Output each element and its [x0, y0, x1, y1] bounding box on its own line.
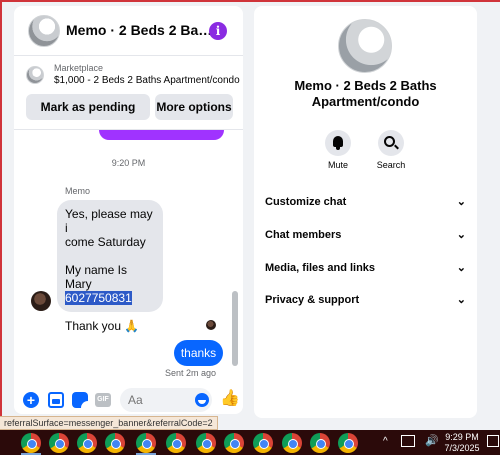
- system-clock[interactable]: 9:29 PM 7/3/2025: [440, 432, 484, 454]
- chrome-taskbar-icon[interactable]: [77, 433, 97, 453]
- chrome-taskbar-icon[interactable]: [282, 433, 302, 453]
- chat-panel: Memo · 2 Beds 2 Bath... i Marketplace $1…: [14, 6, 243, 414]
- marketplace-label: Marketplace: [54, 63, 104, 73]
- plus-icon[interactable]: +: [23, 392, 39, 408]
- chat-scrollbar[interactable]: [232, 291, 238, 366]
- chat-title[interactable]: Memo · 2 Beds 2 Bath...: [66, 22, 216, 38]
- bell-icon: [333, 136, 343, 150]
- incoming-message-bubble[interactable]: Yes, please may i come Saturday My name …: [57, 200, 163, 333]
- chrome-taskbar-icon[interactable]: [105, 433, 125, 453]
- chat-avatar[interactable]: [28, 15, 60, 47]
- conversation-info-panel: Memo · 2 Beds 2 Baths Apartment/condo Mu…: [254, 6, 477, 418]
- chevron-down-icon: ⌄: [456, 229, 466, 241]
- time-separator: 9:20 PM: [111, 158, 146, 168]
- chrome-taskbar-icon[interactable]: [338, 433, 358, 453]
- conversation-avatar[interactable]: [338, 19, 392, 73]
- section-chat-members[interactable]: Chat members ⌄: [265, 225, 468, 245]
- clock-date: 7/3/2025: [444, 443, 480, 453]
- status-bar-url: referralSurface=messenger_banner&referra…: [0, 416, 218, 430]
- section-customize-chat[interactable]: Customize chat ⌄: [265, 192, 468, 212]
- like-icon[interactable]: 👍: [220, 390, 240, 408]
- marketplace-banner: Marketplace $1,000 - 2 Beds 2 Baths Apar…: [14, 58, 243, 130]
- previous-outgoing-bubble: [99, 130, 224, 140]
- section-privacy-support[interactable]: Privacy & support ⌄: [265, 290, 468, 310]
- chrome-taskbar-icon[interactable]: [310, 433, 330, 453]
- message-line: My name Is Mary: [65, 263, 128, 291]
- photo-icon[interactable]: [48, 392, 64, 408]
- search-button[interactable]: Search: [371, 130, 411, 170]
- section-media-files-links[interactable]: Media, files and links ⌄: [265, 258, 468, 278]
- message-line: Thank you 🙏: [65, 319, 140, 333]
- gif-icon[interactable]: GIF: [95, 393, 111, 407]
- outgoing-message-bubble[interactable]: thanks: [174, 340, 223, 366]
- message-line: Yes, please may i: [65, 207, 153, 235]
- chevron-down-icon: ⌄: [456, 262, 466, 274]
- more-options-button[interactable]: More options: [155, 94, 233, 120]
- chrome-taskbar-icon[interactable]: [224, 433, 244, 453]
- search-label: Search: [376, 160, 406, 170]
- taskbar: ^ 🔊 9:29 PM 7/3/2025: [0, 430, 500, 455]
- chevron-down-icon: ⌄: [456, 196, 466, 208]
- section-label: Chat members: [265, 229, 342, 241]
- section-label: Media, files and links: [265, 262, 376, 274]
- window-top-border: [0, 0, 500, 2]
- sender-avatar[interactable]: [31, 291, 51, 311]
- network-icon[interactable]: [401, 435, 415, 447]
- chrome-taskbar-icon[interactable]: [253, 433, 273, 453]
- clock-time: 9:29 PM: [445, 432, 479, 442]
- mark-as-pending-button[interactable]: Mark as pending: [26, 94, 150, 120]
- chrome-taskbar-icon[interactable]: [21, 433, 41, 453]
- info-icon[interactable]: i: [209, 22, 227, 40]
- conversation-name: Memo · 2 Beds 2 Baths Apartment/condo: [294, 78, 437, 109]
- chat-header: Memo · 2 Beds 2 Bath... i: [14, 6, 243, 56]
- mute-label: Mute: [327, 160, 348, 170]
- search-icon: [384, 136, 395, 147]
- message-line: come Saturday: [65, 235, 146, 249]
- read-receipt-avatar: [206, 320, 216, 330]
- tray-overflow-icon[interactable]: ^: [383, 436, 388, 455]
- listing-thumbnail[interactable]: [26, 66, 44, 84]
- composer: + GIF 👍: [14, 384, 243, 414]
- sender-name: Memo: [65, 186, 91, 196]
- section-label: Privacy & support: [265, 294, 360, 306]
- chevron-down-icon: ⌄: [456, 294, 466, 306]
- selected-phone-number[interactable]: 6027750831: [65, 291, 132, 305]
- chrome-taskbar-icon[interactable]: [196, 433, 216, 453]
- notification-icon[interactable]: [487, 435, 499, 447]
- chrome-taskbar-icon[interactable]: [49, 433, 69, 453]
- chrome-taskbar-icon[interactable]: [136, 433, 156, 453]
- section-label: Customize chat: [265, 196, 347, 208]
- listing-title[interactable]: $1,000 - 2 Beds 2 Baths Apartment/condo: [54, 75, 240, 86]
- sent-status: Sent 2m ago: [165, 368, 217, 378]
- chrome-taskbar-icon[interactable]: [166, 433, 186, 453]
- sticker-icon[interactable]: [72, 392, 88, 408]
- volume-icon[interactable]: 🔊: [425, 434, 439, 455]
- window-left-border: [0, 0, 2, 430]
- mute-button[interactable]: Mute: [318, 130, 358, 170]
- emoji-icon[interactable]: [195, 393, 209, 407]
